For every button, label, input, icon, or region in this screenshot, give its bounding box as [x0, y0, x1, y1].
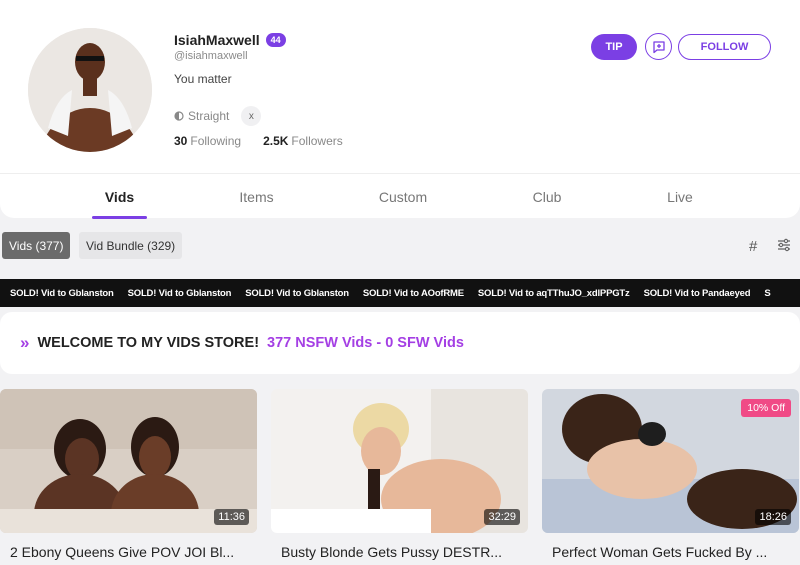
- message-button[interactable]: [645, 33, 672, 60]
- video-title[interactable]: Busty Blonde Gets Pussy DESTR...: [281, 544, 502, 560]
- ticker-item: S: [764, 287, 771, 299]
- followers-count: 2.5K: [263, 134, 289, 148]
- tab-items[interactable]: Items: [229, 174, 284, 219]
- filter-row: Vids (377) Vid Bundle (329) #: [0, 232, 800, 260]
- double-chevron-icon: »: [20, 333, 30, 352]
- tab-vids[interactable]: Vids: [92, 174, 147, 219]
- tab-custom[interactable]: Custom: [370, 174, 436, 219]
- video-title[interactable]: 2 Ebony Queens Give POV JOI Bl...: [10, 544, 234, 560]
- discount-badge: 10% Off: [741, 399, 791, 417]
- ticker-item: SOLD! Vid to Gblanston: [245, 287, 349, 299]
- bio: You matter: [174, 72, 232, 86]
- video-title[interactable]: Perfect Woman Gets Fucked By ...: [552, 544, 767, 560]
- handle: @isiahmaxwell: [174, 50, 248, 62]
- video-card[interactable]: 10% Off 18:26 Perfect Woman Gets Fucked …: [542, 389, 799, 565]
- video-thumbnail[interactable]: 32:29: [271, 389, 528, 533]
- username-row: IsiahMaxwell 44: [174, 32, 286, 48]
- grid-icon[interactable]: #: [749, 238, 757, 255]
- chip-vid-bundle[interactable]: Vid Bundle (329): [79, 232, 183, 259]
- followers-stat[interactable]: 2.5K Followers: [263, 134, 343, 148]
- followers-label: Followers: [291, 134, 343, 148]
- tip-button[interactable]: TIP: [591, 34, 637, 60]
- ticker-item: SOLD! Vid to Gblanston: [127, 287, 232, 299]
- ticker-item: SOLD! Vid to Pandaeyed: [643, 287, 751, 299]
- orientation: Straight: [174, 109, 229, 123]
- video-thumbnail[interactable]: 10% Off 18:26: [542, 389, 799, 533]
- avatar[interactable]: [28, 28, 152, 152]
- ticker-item: SOLD! Vid to Gblanston: [10, 287, 114, 299]
- following-stat[interactable]: 30 Following: [174, 134, 241, 148]
- ticker-item: SOLD! Vid to aqTThuJO_xdlPPGTz: [477, 287, 630, 299]
- video-thumbnail[interactable]: 11:36: [0, 389, 257, 533]
- tab-live[interactable]: Live: [657, 174, 703, 219]
- chat-plus-icon: [652, 40, 665, 53]
- half-circle-icon: [174, 111, 184, 121]
- video-card[interactable]: 11:36 2 Ebony Queens Give POV JOI Bl...: [0, 389, 257, 565]
- sales-ticker: SOLD! Vid to Gblanston SOLD! Vid to Gbla…: [0, 279, 800, 307]
- following-count: 30: [174, 134, 188, 148]
- chip-vids[interactable]: Vids (377): [2, 232, 71, 259]
- video-duration: 11:36: [214, 509, 249, 525]
- x-social-icon[interactable]: x: [241, 106, 262, 126]
- following-label: Following: [190, 134, 242, 148]
- welcome-text: WELCOME TO MY VIDS STORE!: [37, 335, 260, 351]
- ticker-item: SOLD! Vid to AOofRME: [362, 287, 464, 299]
- level-badge: 44: [265, 33, 286, 47]
- tab-club[interactable]: Club: [522, 174, 572, 219]
- sliders-icon[interactable]: [777, 238, 791, 257]
- video-duration: 32:29: [484, 509, 520, 525]
- tab-bar: Vids Items Custom Club Live: [0, 173, 800, 219]
- follow-button[interactable]: FOLLOW: [678, 34, 771, 60]
- profile-card: IsiahMaxwell 44 @isiahmaxwell You matter…: [0, 0, 800, 219]
- meta-row: Straight x: [174, 106, 262, 126]
- vid-counts: 377 NSFW Vids - 0 SFW Vids: [267, 335, 464, 351]
- stats-row: 30 Following 2.5K Followers: [174, 134, 343, 148]
- video-duration: 18:26: [755, 509, 791, 525]
- username: IsiahMaxwell: [174, 32, 260, 48]
- video-card[interactable]: 32:29 Busty Blonde Gets Pussy DESTR...: [271, 389, 528, 565]
- welcome-banner: » WELCOME TO MY VIDS STORE! 377 NSFW Vid…: [0, 312, 800, 374]
- orientation-label: Straight: [188, 109, 230, 123]
